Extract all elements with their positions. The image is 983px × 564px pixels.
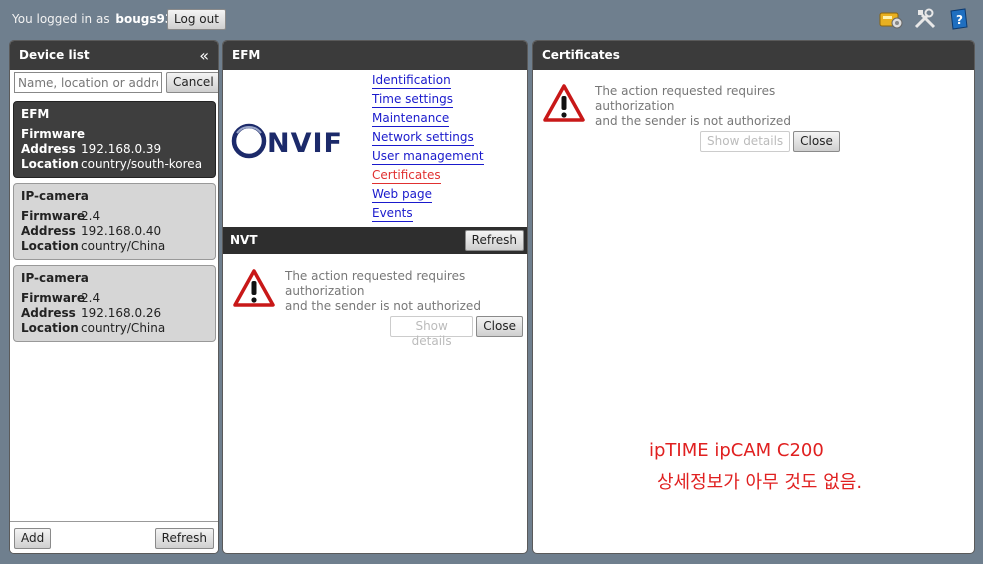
svg-text:NVIF: NVIF — [267, 128, 343, 159]
location-label: Location — [21, 321, 79, 335]
location-value: country/China — [81, 239, 166, 253]
efm-header: EFM — [223, 41, 527, 70]
nvt-refresh-button[interactable]: Refresh — [464, 230, 524, 251]
certificates-header: Certificates — [533, 41, 974, 70]
error-text: The action requested requires authorizat… — [285, 269, 525, 314]
nvt-error-buttons: Show details Close — [390, 316, 523, 348]
location-label: Location — [21, 157, 79, 171]
search-row: Cancel — [14, 72, 218, 94]
device-list-header: Device list « — [10, 41, 218, 70]
address-value: 192.168.0.26 — [81, 306, 162, 320]
certificates-title: Certificates — [542, 48, 620, 62]
certificates-panel: Certificates The action requested requir… — [532, 40, 975, 554]
firmware-label: Firmware — [21, 291, 85, 305]
close-button[interactable]: Close — [476, 316, 523, 337]
device-search-input[interactable] — [14, 72, 162, 93]
firmware-label: Firmware — [21, 209, 85, 223]
camera-settings-icon[interactable] — [879, 8, 903, 30]
warning-icon — [543, 84, 585, 122]
device-card-ip-camera-2[interactable]: IP-camera Firmware 2.4 Address 192.168.0.2… — [13, 265, 216, 342]
location-value: country/China — [81, 321, 166, 335]
device-name: IP-camera — [21, 271, 89, 285]
link-maintenance[interactable]: Maintenance — [372, 111, 450, 127]
error-text: The action requested requires authorizat… — [595, 84, 835, 129]
link-network-settings[interactable]: Network settings — [372, 130, 474, 146]
login-prefix: You logged in as — [12, 12, 110, 26]
error-line-1: The action requested requires authorizat… — [595, 84, 776, 113]
device-name: IP-camera — [21, 189, 89, 203]
link-time-settings[interactable]: Time settings — [372, 92, 454, 108]
error-line-2: and the sender is not authorized — [595, 114, 791, 128]
show-details-button[interactable]: Show details — [700, 131, 791, 152]
close-button[interactable]: Close — [793, 131, 840, 152]
device-list-footer: Add Refresh — [10, 521, 218, 553]
device-list-title: Device list — [19, 48, 90, 62]
annotation-line-1: ipTIME ipCAM C200 — [649, 440, 824, 461]
top-bar: You logged in as bougs93 Log out ? — [0, 0, 983, 38]
help-book-icon[interactable]: ? — [947, 8, 971, 30]
nvt-error-message: The action requested requires authorizat… — [233, 269, 523, 349]
device-card-efm[interactable]: EFM Firmware Address 192.168.0.39 Locatio… — [13, 101, 216, 178]
efm-title: EFM — [232, 48, 261, 62]
nvt-header: NVT Refresh — [223, 227, 527, 254]
error-line-1: The action requested requires authorizat… — [285, 269, 466, 298]
collapse-icon[interactable]: « — [199, 41, 209, 70]
onvif-logo: NVIF — [231, 123, 343, 159]
efm-nav-links: Identification Time settings Maintenance… — [372, 73, 484, 225]
firmware-value: 2.4 — [81, 209, 101, 223]
firmware-value: 2.4 — [81, 291, 101, 305]
link-user-management[interactable]: User management — [372, 149, 484, 165]
warning-icon — [233, 269, 275, 307]
annotation-line-2: 상세정보가 아무 것도 없음. — [657, 472, 863, 493]
login-status: You logged in as bougs93 — [12, 12, 173, 26]
error-line-2: and the sender is not authorized — [285, 299, 481, 313]
refresh-devices-button[interactable]: Refresh — [154, 528, 214, 549]
device-card-ip-camera-1[interactable]: IP-camera Firmware 2.4 Address 192.168.0.4… — [13, 183, 216, 260]
nvt-title: NVT — [230, 233, 258, 247]
device-list-panel: Device list « Cancel EFM Firmware Addres… — [9, 40, 219, 554]
certificates-error-message: The action requested requires authorizat… — [543, 84, 843, 164]
device-name: EFM — [21, 107, 50, 121]
link-web-page[interactable]: Web page — [372, 187, 432, 203]
address-label: Address — [21, 142, 76, 156]
cancel-button[interactable]: Cancel — [166, 72, 218, 93]
firmware-label: Firmware — [21, 127, 85, 141]
address-label: Address — [21, 224, 76, 238]
svg-text:?: ? — [956, 13, 963, 27]
tools-icon[interactable] — [913, 8, 937, 30]
address-label: Address — [21, 306, 76, 320]
certificates-error-buttons: Show details Close — [700, 131, 840, 152]
link-events[interactable]: Events — [372, 206, 413, 222]
top-icons: ? — [879, 8, 971, 30]
username: bougs93 — [115, 12, 174, 26]
location-value: country/south-korea — [81, 157, 203, 171]
add-device-button[interactable]: Add — [14, 528, 52, 549]
link-certificates[interactable]: Certificates — [372, 168, 441, 184]
link-identification[interactable]: Identification — [372, 73, 451, 89]
address-value: 192.168.0.40 — [81, 224, 162, 238]
address-value: 192.168.0.39 — [81, 142, 162, 156]
efm-panel: EFM NVIF Identification Time settings Ma… — [222, 40, 528, 554]
location-label: Location — [21, 239, 79, 253]
show-details-button[interactable]: Show details — [390, 316, 474, 348]
logout-button[interactable]: Log out — [167, 9, 226, 30]
